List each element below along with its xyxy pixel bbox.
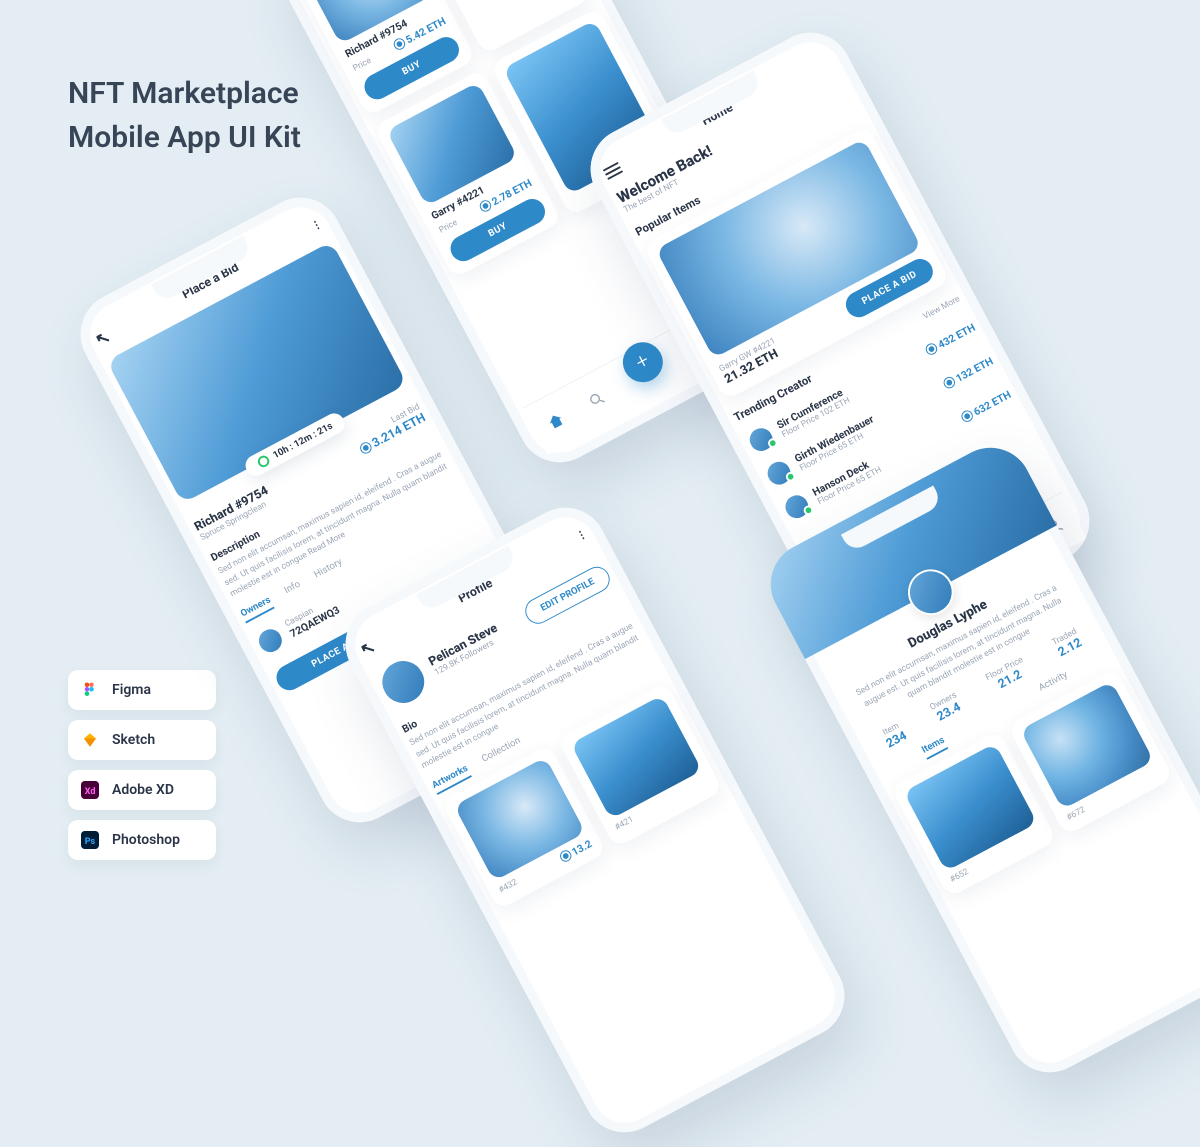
svg-text:Xd: Xd [85,787,96,797]
tool-xd: Xd Adobe XD [68,770,216,810]
avatar [761,455,797,491]
screen-title: Profile [456,576,495,606]
photoshop-icon: Ps [80,830,100,850]
more-icon[interactable]: ⋮ [574,527,589,543]
creator-value: 632 ETH [960,388,1012,424]
tool-sketch: Sketch [68,720,216,760]
tools-list: Figma Sketch Xd Adobe XD Ps Photoshop [68,670,216,860]
home-icon[interactable] [544,409,567,432]
title-line1: NFT Marketplace [68,76,299,111]
tab-items[interactable]: Items [920,735,949,760]
add-button[interactable]: + [616,335,670,389]
title-line2: Mobile App UI Kit [68,120,301,155]
tool-figma: Figma [68,670,216,710]
page-title: NFT Marketplace Mobile App UI Kit [68,72,301,159]
back-icon[interactable]: ↖ [92,326,114,350]
tool-label: Sketch [112,732,155,748]
tool-label: Photoshop [112,832,180,848]
avatar [779,489,815,525]
avatar [252,622,288,658]
filter-collected[interactable]: Collected [468,0,564,12]
price-label: Price [351,56,373,73]
price-label: Price [437,218,459,235]
sketch-icon [80,730,100,750]
adobe-xd-icon: Xd [80,780,100,800]
tool-label: Adobe XD [112,782,174,798]
search-icon[interactable] [585,387,608,410]
tool-label: Figma [112,682,151,698]
back-icon[interactable]: ↖ [357,636,379,660]
figma-icon [80,680,100,700]
avatar [372,651,434,713]
svg-text:Ps: Ps [85,837,96,847]
avatar [743,422,779,458]
screen-title: Home [700,101,736,129]
menu-icon[interactable] [602,161,622,179]
tool-ps: Ps Photoshop [68,820,216,860]
item-tag: #432 [497,878,519,896]
more-icon[interactable]: ⋮ [309,217,324,233]
tab-info[interactable]: Info [282,579,304,600]
clock-icon [256,454,271,469]
